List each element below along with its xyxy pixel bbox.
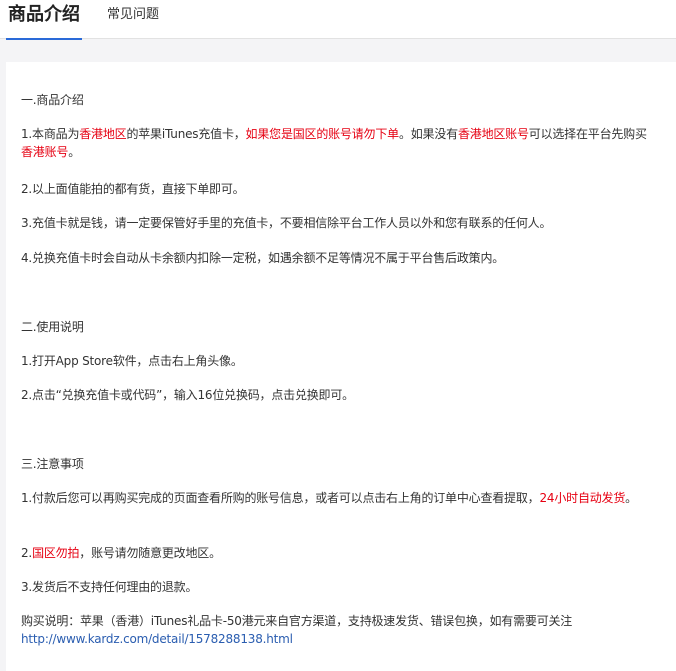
intro-paragraph-4: 4.兑换充值卡时会自动从卡余额内扣除一定税，如遇余额不足等情况不属于平台售后政策… <box>21 251 505 265</box>
notes-paragraph-1: 1.付款后您可以再购买完成的页面查看所购的账号信息，或者可以点击右上角的订单中心… <box>21 489 653 507</box>
intro-p1-text-i: 。 <box>68 145 81 159</box>
intro-p1-text-e: 。如果没有 <box>398 127 458 141</box>
usage-paragraph-1: 1.打开App Store软件，点击右上角头像。 <box>21 354 243 368</box>
active-tab-underline <box>6 38 82 40</box>
purchase-note-text: 购买说明：苹果（香港）iTunes礼品卡-50港元来自官方渠道，支持极速发货、错… <box>21 614 573 628</box>
notes-p1-text-c: 。 <box>625 491 637 505</box>
usage-paragraph-2: 2.点击“兑换充值卡或代码”，输入16位兑换码，点击兑换即可。 <box>21 388 354 402</box>
notes-paragraph-3: 3.发货后不支持任何理由的退款。 <box>21 580 198 594</box>
tabs-bar: 商品介绍 常见问题 <box>0 0 676 40</box>
intro-p1-text-a: 1.本商品为 <box>21 127 80 141</box>
tab-faq-label: 常见问题 <box>107 7 160 22</box>
product-detail-link[interactable]: http://www.kardz.com/detail/1578288138.h… <box>21 632 293 646</box>
intro-p1-highlight-buy-hk-account: 香港账号 <box>21 145 69 159</box>
purchase-note: 购买说明：苹果（香港）iTunes礼品卡-50港元来自官方渠道，支持极速发货、错… <box>21 612 653 648</box>
section-title-usage: 二.使用说明 <box>21 320 84 334</box>
product-description-panel: 一.商品介绍 1.本商品为香港地区的苹果iTunes充值卡，如果您是国区的账号请… <box>6 62 676 671</box>
notes-p2-text-a: 2. <box>21 546 33 560</box>
intro-p1-highlight-hk-region: 香港地区 <box>79 127 127 141</box>
notes-paragraph-2: 2.国区勿拍，账号请勿随意更改地区。 <box>21 544 653 562</box>
intro-p1-text-c: 的苹果iTunes充值卡， <box>126 127 246 141</box>
intro-p1-highlight-hk-account: 香港地区账号 <box>457 127 529 141</box>
tab-faq[interactable]: 常见问题 <box>107 0 159 39</box>
section-title-notes: 三.注意事项 <box>21 457 84 471</box>
intro-paragraph-3: 3.充值卡就是钱，请一定要保管好手里的充值卡，不要相信除平台工作人员以外和您有联… <box>21 216 552 230</box>
tab-product-intro-label: 商品介绍 <box>8 4 80 25</box>
notes-p2-text-c: ，账号请勿随意更改地区。 <box>79 546 221 560</box>
notes-p1-text-a: 1.付款后您可以再购买完成的页面查看所购的账号信息，或者可以点击右上角的订单中心… <box>21 491 540 505</box>
notes-p2-highlight-no-cn: 国区勿拍 <box>32 546 80 560</box>
tab-product-intro[interactable]: 商品介绍 <box>6 0 82 40</box>
intro-p1-text-g: 可以选择在平台先购买 <box>528 127 647 141</box>
notes-p1-highlight-auto-delivery: 24小时自动发货 <box>539 491 626 505</box>
intro-paragraph-2: 2.以上面值能拍的都有货，直接下单即可。 <box>21 182 245 196</box>
section-title-product-intro: 一.商品介绍 <box>21 93 84 107</box>
intro-p1-warning-cn-account: 如果您是国区的账号请勿下单 <box>245 127 400 141</box>
intro-paragraph-1: 1.本商品为香港地区的苹果iTunes充值卡，如果您是国区的账号请勿下单。如果没… <box>21 125 653 161</box>
